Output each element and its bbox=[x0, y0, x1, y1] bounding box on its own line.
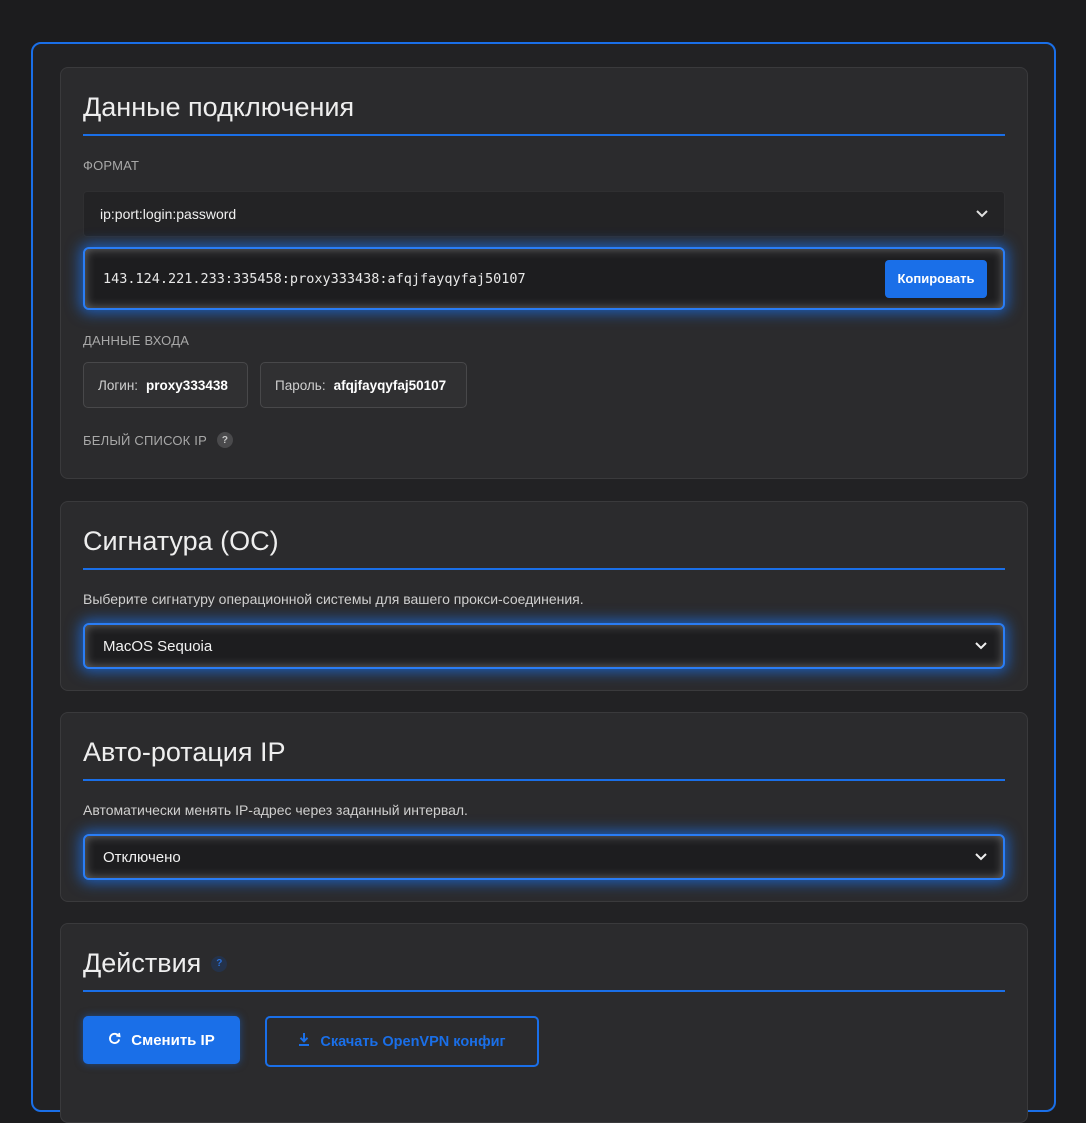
connection-string[interactable]: 143.124.221.233:335458:proxy333438:afqjf… bbox=[103, 271, 526, 287]
login-value: proxy333438 bbox=[146, 377, 228, 393]
actions-card: Действия ? Сменить IP Скачать OpenVPN ко… bbox=[60, 923, 1028, 1123]
login-section-label: ДАННЫЕ ВХОДА bbox=[83, 333, 190, 348]
rotation-title: Авто-ротация IP bbox=[83, 737, 286, 767]
password-key: Пароль: bbox=[275, 377, 326, 393]
connection-title: Данные подключения bbox=[83, 92, 355, 122]
actions-title-rule bbox=[83, 990, 1005, 992]
actions-title: Действия bbox=[83, 948, 202, 978]
download-icon bbox=[298, 1033, 310, 1050]
rotation-card: Авто-ротация IP Автоматически менять IP-… bbox=[60, 712, 1028, 902]
whitelist-label-row: БЕЛЫЙ СПИСОК IP ? bbox=[83, 432, 233, 448]
download-openvpn-label: Скачать OpenVPN конфиг bbox=[320, 1033, 506, 1050]
connection-title-rule bbox=[83, 134, 1005, 136]
chevron-down-icon bbox=[974, 206, 990, 222]
refresh-icon bbox=[108, 1032, 121, 1049]
password-chip[interactable]: Пароль: afqjfayqyfaj50107 bbox=[260, 362, 467, 408]
signature-select[interactable]: MacOS Sequoia bbox=[83, 623, 1005, 669]
rotation-title-rule bbox=[83, 779, 1005, 781]
connection-string-box: 143.124.221.233:335458:proxy333438:afqjf… bbox=[83, 247, 1005, 310]
password-value: afqjfayqyfaj50107 bbox=[333, 377, 447, 393]
login-chip[interactable]: Логин: proxy333438 bbox=[83, 362, 248, 408]
signature-title-rule bbox=[83, 568, 1005, 570]
help-icon[interactable]: ? bbox=[216, 432, 233, 448]
signature-title: Сигнатура (ОС) bbox=[83, 526, 279, 556]
login-key: Логин: bbox=[98, 377, 139, 393]
rotation-select[interactable]: Отключено bbox=[83, 834, 1005, 880]
signature-select-value: MacOS Sequoia bbox=[103, 637, 213, 655]
rotation-description: Автоматически менять IP-адрес через зада… bbox=[83, 802, 468, 818]
signature-card: Сигнатура (ОС) Выберите сигнатуру операц… bbox=[60, 501, 1028, 691]
help-icon[interactable]: ? bbox=[211, 955, 228, 972]
chevron-down-icon bbox=[973, 849, 989, 865]
format-label: ФОРМАТ bbox=[83, 158, 140, 173]
download-openvpn-button[interactable]: Скачать OpenVPN конфиг bbox=[265, 1016, 539, 1067]
signature-description: Выберите сигнатуру операционной системы … bbox=[83, 591, 584, 607]
actions-title-row: Действия ? bbox=[83, 948, 228, 979]
change-ip-button[interactable]: Сменить IP bbox=[83, 1016, 240, 1064]
format-select[interactable]: ip:port:login:password bbox=[83, 191, 1005, 237]
format-select-value: ip:port:login:password bbox=[100, 206, 237, 222]
connection-card: Данные подключения ФОРМАТ ip:port:login:… bbox=[60, 67, 1028, 479]
rotation-select-value: Отключено bbox=[103, 848, 181, 866]
change-ip-label: Сменить IP bbox=[131, 1031, 215, 1049]
whitelist-label: БЕЛЫЙ СПИСОК IP bbox=[83, 432, 207, 448]
chevron-down-icon bbox=[973, 638, 989, 654]
copy-button[interactable]: Копировать bbox=[885, 259, 987, 298]
